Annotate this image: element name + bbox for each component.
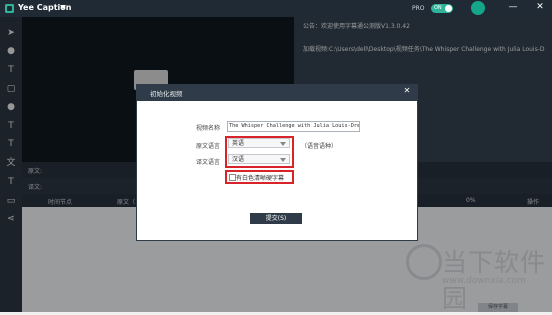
dialog-title: 初始化视频 <box>150 90 183 98</box>
minimize-button[interactable]: — <box>507 1 519 13</box>
language-highlight-box <box>225 136 294 168</box>
pro-label: PRO <box>412 5 425 12</box>
toggle-knob <box>445 5 452 12</box>
title-bar <box>0 0 552 17</box>
checkbox-highlight-box <box>225 170 294 184</box>
target-language-label: 译文语言 <box>196 159 221 166</box>
close-window-button[interactable]: ✕ <box>534 1 546 13</box>
source-language-label: 原文语言 <box>196 143 221 150</box>
submit-button[interactable]: 提交(S) <box>250 213 302 224</box>
chevron-down-icon[interactable] <box>60 5 66 9</box>
app-logo-icon <box>5 4 14 13</box>
video-name-label: 视频名称 <box>196 125 221 132</box>
pro-toggle[interactable]: ON <box>431 4 453 13</box>
avatar[interactable] <box>471 1 485 15</box>
video-name-input[interactable]: The Whisper Challenge with Julia Louis-D… <box>227 121 360 132</box>
source-language-note: （语音语种） <box>301 143 338 150</box>
toggle-label: ON <box>434 5 442 11</box>
dialog-close-button[interactable]: ✕ <box>402 86 412 96</box>
